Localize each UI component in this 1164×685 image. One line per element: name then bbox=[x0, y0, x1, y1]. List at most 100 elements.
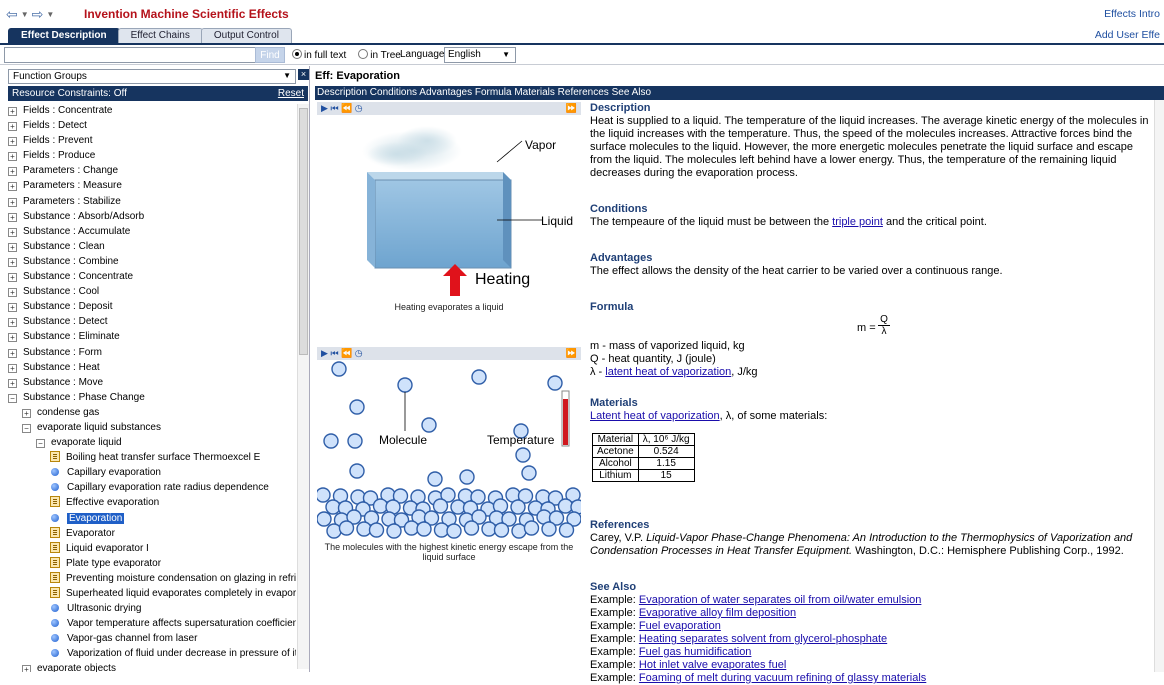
rewind-icon[interactable]: ⏪ bbox=[341, 348, 352, 358]
triple-point-link[interactable]: triple point bbox=[832, 216, 883, 228]
close-icon[interactable]: × bbox=[298, 69, 309, 80]
expand-icon[interactable]: + bbox=[8, 137, 17, 147]
tree-item[interactable]: Preventing moisture condensation on glaz… bbox=[8, 571, 296, 586]
expand-icon[interactable]: + bbox=[8, 152, 17, 162]
tree-item[interactable]: + Substance : Form bbox=[8, 345, 296, 360]
tree-item[interactable]: + Substance : Cool bbox=[8, 284, 296, 299]
tree-item[interactable]: Vaporization of fluid under decrease in … bbox=[8, 646, 296, 661]
tree-item[interactable]: + Substance : Eliminate bbox=[8, 329, 296, 344]
tree-item[interactable]: + Fields : Detect bbox=[8, 118, 296, 133]
expand-icon[interactable]: + bbox=[8, 303, 17, 313]
latent-heat-link[interactable]: latent heat of vaporization bbox=[605, 366, 731, 378]
tree-item[interactable]: + Substance : Clean bbox=[8, 239, 296, 254]
tree-item[interactable]: − Substance : Phase Change bbox=[8, 390, 296, 405]
expand-icon[interactable]: + bbox=[8, 318, 17, 328]
tree-item[interactable]: + Fields : Produce bbox=[8, 148, 296, 163]
tree-item[interactable]: Capillary evaporation rate radius depend… bbox=[8, 480, 296, 495]
tree-item[interactable]: − evaporate liquid bbox=[8, 435, 296, 450]
scrollbar-thumb[interactable] bbox=[299, 108, 308, 355]
tab-effect-description[interactable]: Effect Description bbox=[8, 28, 120, 43]
see-also-link[interactable]: Fuel gas humidification bbox=[639, 646, 752, 658]
see-also-link[interactable]: Fuel evaporation bbox=[639, 620, 721, 632]
tree-item[interactable]: Boiling heat transfer surface Thermoexce… bbox=[8, 450, 296, 465]
tree-item[interactable]: Vapor temperature affects supersaturatio… bbox=[8, 616, 296, 631]
see-also-link[interactable]: Hot inlet valve evaporates fuel bbox=[639, 659, 786, 671]
forward-dropdown-icon[interactable]: ▼ bbox=[46, 10, 54, 19]
see-also-link[interactable]: Evaporation of water separates oil from … bbox=[639, 594, 921, 606]
play-icon[interactable]: ▶ bbox=[321, 348, 328, 358]
tree-item[interactable]: Evaporation bbox=[8, 511, 296, 526]
see-also-link[interactable]: Heating separates solvent from glycerol-… bbox=[639, 633, 887, 645]
collapse-icon[interactable]: − bbox=[22, 423, 31, 433]
clock-icon[interactable]: ◷ bbox=[355, 103, 363, 113]
tree-item[interactable]: Effective evaporation bbox=[8, 495, 296, 510]
expand-icon[interactable]: + bbox=[8, 197, 17, 207]
in-full-text-radio[interactable]: in full text bbox=[292, 49, 346, 61]
expand-icon[interactable]: + bbox=[8, 378, 17, 388]
tab-output-control[interactable]: Output Control bbox=[200, 28, 292, 43]
tree-item[interactable]: + Substance : Heat bbox=[8, 360, 296, 375]
back-arrow-icon[interactable]: ⇦ bbox=[6, 6, 18, 23]
rewind-start-icon[interactable]: ⏮ bbox=[330, 103, 338, 113]
content-scrollbar[interactable] bbox=[1154, 100, 1164, 672]
expand-icon[interactable]: + bbox=[8, 167, 17, 177]
tree-item[interactable]: − evaporate liquid substances bbox=[8, 420, 296, 435]
tree-item[interactable]: + Parameters : Stabilize bbox=[8, 194, 296, 209]
forward-arrow-icon[interactable]: ⇨ bbox=[32, 6, 44, 23]
tree-item[interactable]: + Substance : Absorb/Adsorb bbox=[8, 209, 296, 224]
find-button[interactable]: Find bbox=[255, 47, 285, 63]
function-groups-select[interactable]: Function Groups ▼ bbox=[8, 69, 296, 84]
tree-item[interactable]: + Substance : Accumulate bbox=[8, 224, 296, 239]
tree-scrollbar[interactable] bbox=[297, 104, 309, 669]
tree-item[interactable]: Capillary evaporation bbox=[8, 465, 296, 480]
play-icon[interactable]: ▶ bbox=[321, 103, 328, 113]
expand-icon[interactable]: + bbox=[22, 408, 31, 418]
section-menu[interactable]: Description Conditions Advantages Formul… bbox=[315, 86, 1164, 100]
tree-item[interactable]: Vapor-gas channel from laser bbox=[8, 631, 296, 646]
expand-icon[interactable]: + bbox=[8, 227, 17, 237]
tree-item[interactable]: + Substance : Concentrate bbox=[8, 269, 296, 284]
tree-item[interactable]: + condense gas bbox=[8, 405, 296, 420]
language-select[interactable]: English ▼ bbox=[444, 47, 516, 63]
tree-item[interactable]: + Parameters : Change bbox=[8, 163, 296, 178]
tree-item[interactable]: + Substance : Combine bbox=[8, 254, 296, 269]
tree-item[interactable]: + Parameters : Measure bbox=[8, 178, 296, 193]
tree-item[interactable]: Superheated liquid evaporates completely… bbox=[8, 586, 296, 601]
tree-item[interactable]: + Substance : Move bbox=[8, 375, 296, 390]
fast-forward-icon[interactable]: ⏩ bbox=[566, 102, 577, 115]
reset-link[interactable]: Reset bbox=[278, 88, 304, 99]
tree-item[interactable]: Evaporator bbox=[8, 526, 296, 541]
expand-icon[interactable]: + bbox=[8, 122, 17, 132]
expand-icon[interactable]: + bbox=[8, 182, 17, 192]
clock-icon[interactable]: ◷ bbox=[355, 348, 363, 358]
tree-item[interactable]: + Fields : Prevent bbox=[8, 133, 296, 148]
expand-icon[interactable]: + bbox=[8, 273, 17, 283]
expand-icon[interactable]: + bbox=[22, 665, 31, 672]
expand-icon[interactable]: + bbox=[8, 363, 17, 373]
collapse-icon[interactable]: − bbox=[8, 393, 17, 403]
expand-icon[interactable]: + bbox=[8, 212, 17, 222]
expand-icon[interactable]: + bbox=[8, 348, 17, 358]
rewind-start-icon[interactable]: ⏮ bbox=[330, 348, 338, 358]
tree-item[interactable]: + Fields : Concentrate bbox=[8, 103, 296, 118]
expand-icon[interactable]: + bbox=[8, 288, 17, 298]
see-also-link[interactable]: Foaming of melt during vacuum refining o… bbox=[639, 672, 926, 684]
tree-item[interactable]: + evaporate objects bbox=[8, 661, 296, 672]
effects-intro-link[interactable]: Effects Intro bbox=[1104, 8, 1160, 20]
add-user-effect-link[interactable]: Add User Effe bbox=[1095, 29, 1160, 41]
latent-heat-materials-link[interactable]: Latent heat of vaporization bbox=[590, 410, 720, 422]
tree-item[interactable]: + Substance : Detect bbox=[8, 314, 296, 329]
rewind-icon[interactable]: ⏪ bbox=[341, 103, 352, 113]
tree-item[interactable]: Liquid evaporator I bbox=[8, 541, 296, 556]
expand-icon[interactable]: + bbox=[8, 333, 17, 343]
back-dropdown-icon[interactable]: ▼ bbox=[21, 10, 29, 19]
tab-effect-chains[interactable]: Effect Chains bbox=[117, 28, 203, 43]
fast-forward-icon[interactable]: ⏩ bbox=[566, 347, 577, 360]
tree-item[interactable]: + Substance : Deposit bbox=[8, 299, 296, 314]
expand-icon[interactable]: + bbox=[8, 257, 17, 267]
in-tree-radio[interactable]: in Tree bbox=[358, 49, 401, 61]
expand-icon[interactable]: + bbox=[8, 242, 17, 252]
expand-icon[interactable]: + bbox=[8, 107, 17, 116]
collapse-icon[interactable]: − bbox=[36, 439, 45, 449]
tree-item[interactable]: Ultrasonic drying bbox=[8, 601, 296, 616]
